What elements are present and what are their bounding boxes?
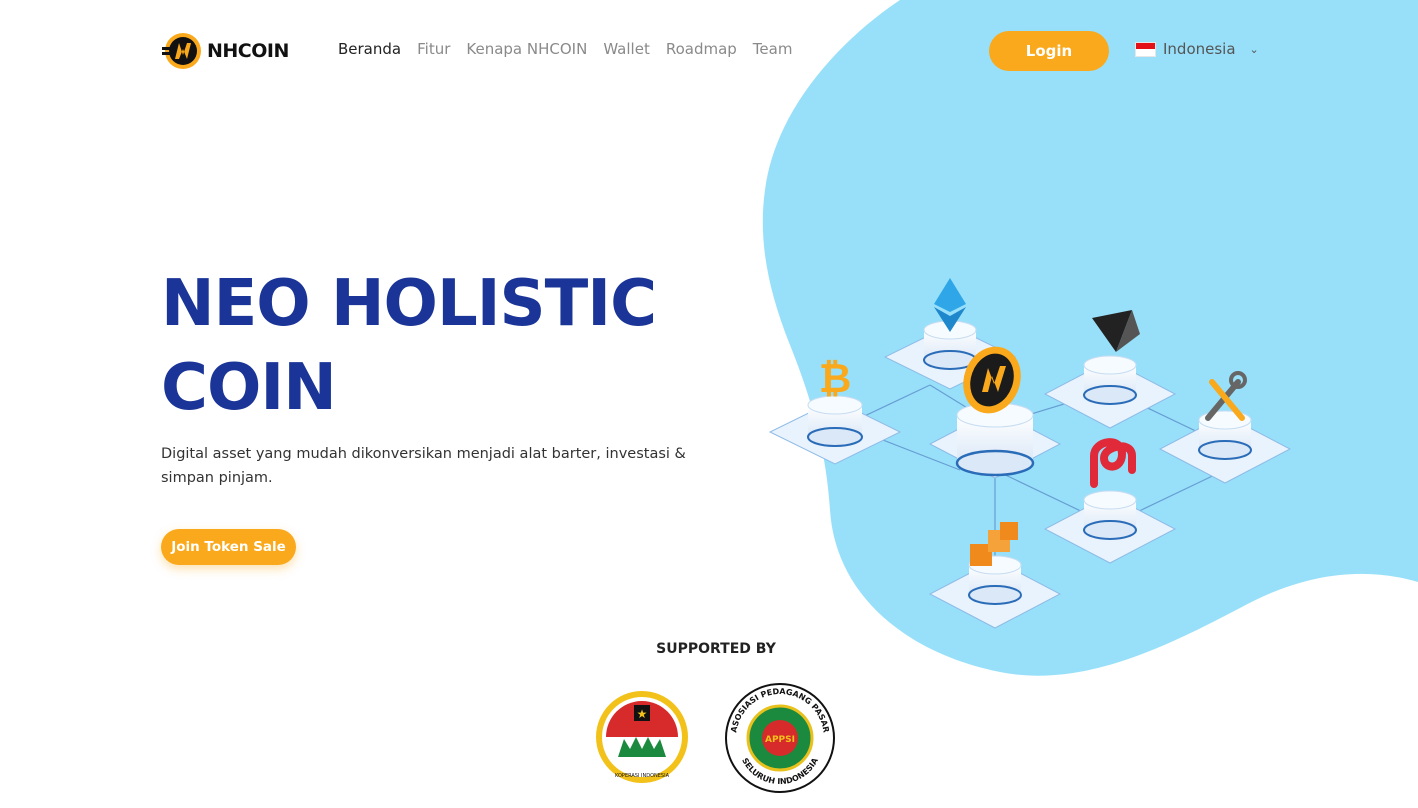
svg-text:★: ★ xyxy=(637,707,648,721)
hero-title-line2: COIN xyxy=(161,351,337,425)
nav-item-team[interactable]: Team xyxy=(753,40,793,58)
nav-item-wallet[interactable]: Wallet xyxy=(603,40,650,58)
main-nav: Beranda Fitur Kenapa NHCOIN Wallet Roadm… xyxy=(338,40,792,58)
nav-item-beranda[interactable]: Beranda xyxy=(338,40,401,58)
join-token-sale-button[interactable]: Join Token Sale xyxy=(161,529,296,565)
hero-title-line1: NEO HOLISTIC xyxy=(161,267,657,341)
svg-text:₿: ₿ xyxy=(819,356,852,402)
appsi-logo-icon: APPSI ASOSIASI PEDAGANG PASAR SELURUH IN… xyxy=(720,678,840,798)
hero-title: NEO HOLISTIC COIN xyxy=(161,262,721,430)
bitcoin-node-icon: ₿ xyxy=(768,356,902,465)
language-label: Indonesia xyxy=(1163,40,1236,58)
nav-item-roadmap[interactable]: Roadmap xyxy=(666,40,737,58)
hero-subtitle: Digital asset yang mudah dikonversikan m… xyxy=(161,446,686,486)
indonesia-flag-icon xyxy=(1135,41,1156,57)
crypto-network-illustration: ₿ xyxy=(768,278,1292,629)
svg-text:APPSI: APPSI xyxy=(765,735,795,745)
chevron-down-icon: ⌄ xyxy=(1249,42,1259,56)
shield-node-icon xyxy=(1043,310,1177,429)
top-header: NHCOIN Beranda Fitur Kenapa NHCOIN Walle… xyxy=(0,0,1418,100)
nav-item-fitur[interactable]: Fitur xyxy=(417,40,450,58)
koperasi-indonesia-logo-icon: ★ KOPERASI INDONESIA xyxy=(596,691,688,783)
blocks-node-icon xyxy=(928,522,1062,629)
nhcoin-logo-icon xyxy=(162,33,201,69)
brand-logo[interactable]: NHCOIN xyxy=(161,31,289,71)
supported-by-heading: SUPPORTED BY xyxy=(656,641,776,657)
svg-text:KOPERASI INDONESIA: KOPERASI INDONESIA xyxy=(615,773,670,779)
brand-name: NHCOIN xyxy=(207,40,289,62)
language-selector[interactable]: Indonesia ⌄ xyxy=(1135,40,1259,58)
nav-item-kenapa-nhcoin[interactable]: Kenapa NHCOIN xyxy=(466,40,587,58)
login-button[interactable]: Login xyxy=(989,31,1109,71)
tools-node-icon xyxy=(1158,371,1292,484)
